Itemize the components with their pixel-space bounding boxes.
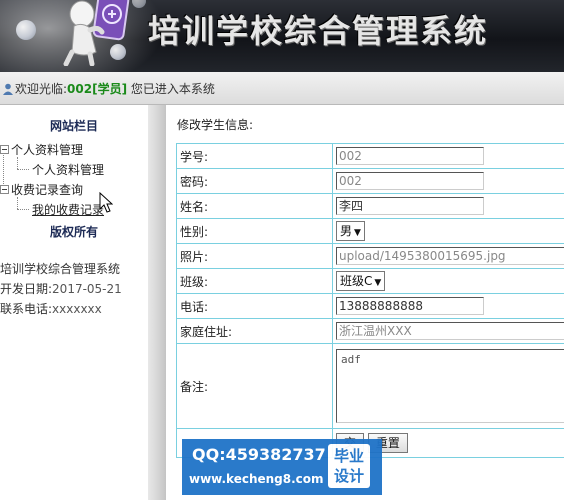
copyright-heading: 版权所有 <box>49 225 98 239</box>
sidebar-heading: 网站栏目 <box>49 119 98 133</box>
watermark-site: www.kecheng8.com <box>189 472 324 486</box>
password-input[interactable]: 002 <box>336 172 484 190</box>
sidebar-divider <box>148 105 166 500</box>
current-user: 002[学员] <box>67 82 128 96</box>
form-row-class: 班级: 班级C ▼ <box>176 268 564 294</box>
remark-textarea[interactable]: adf <box>336 349 564 423</box>
dev-date-value: 2017-05-21 <box>52 282 122 296</box>
field-label: 照片: <box>176 243 333 269</box>
phone-input[interactable]: 13888888888 <box>336 297 484 315</box>
mouse-cursor-icon <box>99 192 113 213</box>
sidebar-item-profile[interactable]: 个人资料管理 <box>32 161 104 178</box>
field-label: 性别: <box>176 218 333 244</box>
address-input[interactable]: 浙江温州XXX <box>336 322 564 340</box>
welcome-prefix: 欢迎光临: <box>15 82 68 96</box>
class-value: 班级C <box>340 274 373 288</box>
mascot-figure-icon <box>63 0 130 66</box>
welcome-suffix: 您已进入本系统 <box>130 82 215 96</box>
gender-value: 男 <box>340 224 353 238</box>
decor-bubble <box>16 20 36 40</box>
form-row-address: 家庭住址: 浙江温州XXX <box>176 318 564 344</box>
system-title: 培训学校综合管理系统 <box>148 12 489 50</box>
user-icon <box>3 83 13 95</box>
dropdown-arrow-icon: ▼ <box>354 228 361 238</box>
sidebar-item-fees[interactable]: 我的收费记录 <box>32 201 104 218</box>
tree-connector <box>17 169 29 170</box>
watermark-qq: QQ:459382737 <box>192 445 326 464</box>
tree-connector <box>17 209 29 210</box>
page-title: 修改学生信息: <box>177 118 254 132</box>
field-label: 学号: <box>176 143 333 169</box>
form-row-photo: 照片: upload/1495380015695.jpg <box>176 243 564 269</box>
header-banner: 培训学校综合管理系统 <box>0 0 564 72</box>
name-input[interactable]: 李四 <box>336 197 484 215</box>
photo-input[interactable]: upload/1495380015695.jpg <box>336 247 564 265</box>
field-label: 班级: <box>176 268 333 294</box>
dev-date-label: 开发日期: <box>0 282 53 296</box>
dev-date-line: 开发日期:2017-05-21 <box>0 280 122 297</box>
field-label: 家庭住址: <box>176 318 333 344</box>
watermark-badge-line2: 设计 <box>333 467 364 485</box>
collapse-icon[interactable] <box>0 185 9 194</box>
student-no-input[interactable]: 002 <box>336 147 484 165</box>
sidebar-group-profile[interactable]: 个人资料管理 <box>11 141 83 158</box>
contact-phone-value: xxxxxxx <box>52 302 102 316</box>
class-select[interactable]: 班级C ▼ <box>336 271 386 291</box>
field-label: 姓名: <box>176 193 333 219</box>
system-name: 培训学校综合管理系统 <box>0 262 121 276</box>
form-row-password: 密码: 002 <box>176 168 564 194</box>
contact-phone-label: 联系电话: <box>0 302 53 316</box>
form-row-student-no: 学号: 002 <box>176 143 564 169</box>
field-label: 电话: <box>176 293 333 319</box>
phone-line: 联系电话:xxxxxxx <box>0 300 102 317</box>
watermark-badge-line1: 毕业 <box>333 447 364 465</box>
watermark: QQ:459382737 www.kecheng8.com 毕业 设计 <box>182 439 382 495</box>
form-row-phone: 电话: 13888888888 <box>176 293 564 319</box>
watermark-badge: 毕业 设计 <box>328 444 370 488</box>
gender-select[interactable]: 男 ▼ <box>336 221 365 241</box>
field-label: 备注: <box>176 343 333 429</box>
form-row-remark: 备注: adf <box>176 343 564 429</box>
student-form: 学号: 002 密码: 002 姓名: 李四 性别: 男 ▼ 照片: upload… <box>176 143 564 458</box>
form-row-name: 姓名: 李四 <box>176 193 564 219</box>
tree-connector <box>3 148 4 188</box>
form-row-gender: 性别: 男 ▼ <box>176 218 564 244</box>
welcome-bar: 欢迎光临:002[学员] 您已进入本系统 <box>0 72 564 105</box>
sidebar: 网站栏目 个人资料管理 个人资料管理 收费记录查询 我的收费记录 版权所有 培训… <box>0 105 165 500</box>
tree-connector <box>17 197 18 209</box>
dropdown-arrow-icon: ▼ <box>374 278 382 288</box>
sidebar-group-fees[interactable]: 收费记录查询 <box>11 181 83 198</box>
tree-connector <box>17 157 18 169</box>
field-label: 密码: <box>176 168 333 194</box>
collapse-icon[interactable] <box>0 145 9 154</box>
